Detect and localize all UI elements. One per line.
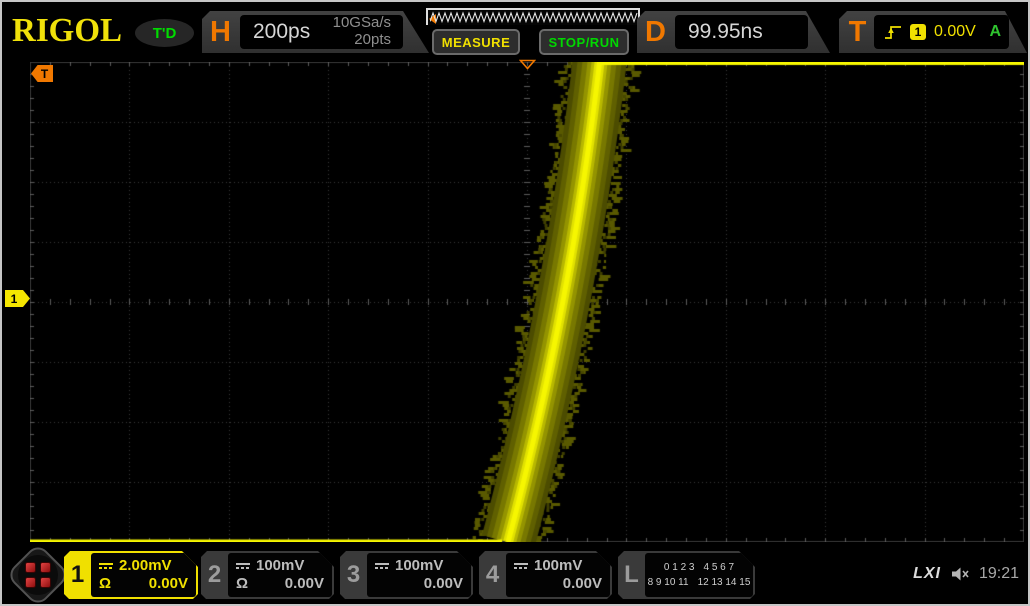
channel-3-scale: 100mV [395,557,443,574]
status-area: LXI 19:21 [913,565,1019,583]
waveform-display-area [30,62,1024,542]
channel-4-offset: 0.00V [563,575,602,592]
trigger-source-badge: 1 [910,24,926,40]
channel-4-scale: 100mV [534,557,582,574]
channel-1-offset: 0.00V [149,575,188,592]
rising-edge-icon [884,24,902,40]
grid-dots-icon [15,552,61,598]
channel-3-number: 3 [340,551,367,599]
trigger-status-badge: T'D [135,19,194,47]
logic-row1-left: 0 1 2 3 [664,562,695,573]
channel-2-number: 2 [201,551,228,599]
channel-3-button[interactable]: 3 100mV 0.00V [340,551,473,599]
sample-rate: 10GSa/s [333,14,391,31]
trigger-position-marker[interactable] [519,59,536,70]
menu-button[interactable] [15,552,61,598]
horizontal-label: H [202,11,239,53]
channel-4-number: 4 [479,551,506,599]
lxi-logo: LXI [913,565,941,583]
waveform-thumbnail-icon [430,10,640,25]
acquisition-info: 10GSa/s 20pts [333,15,403,49]
channel-1-impedance: Ω [99,575,111,592]
trigger-sweep-mode: A [989,23,1001,41]
channel-2-impedance: Ω [236,575,248,592]
delay-value: 99.95ns [675,20,763,44]
dc-coupling-icon [236,563,250,569]
timebase-value: 200ps [240,20,333,44]
channel-4-button[interactable]: 4 100mV 0.00V [479,551,612,599]
channel-3-offset: 0.00V [424,575,463,592]
acquisition-preview-bar[interactable] [426,8,640,25]
channel-1-number: 1 [64,551,91,599]
channel1-offset-marker[interactable]: 1 [5,290,30,307]
channel-2-offset: 0.00V [285,575,324,592]
logic-row2-right: 12 13 14 15 [698,577,751,588]
trigger-label: T [839,11,876,53]
logic-label: L [618,551,645,599]
channel-1-button[interactable]: 1 2.00mV Ω 0.00V [64,551,198,599]
channel-2-button[interactable]: 2 100mV Ω 0.00V [201,551,334,599]
delay-label: D [637,11,674,53]
delay-menu-button[interactable]: D 99.95ns [637,11,830,53]
dc-coupling-icon [99,563,113,569]
horizontal-menu-button[interactable]: H 200ps 10GSa/s 20pts [202,11,429,53]
dc-coupling-icon [375,563,389,569]
logic-row1-right: 4 5 6 7 [704,562,735,573]
channel-1-scale: 2.00mV [119,557,172,574]
logic-channels-button[interactable]: L 0 1 2 3 4 5 6 7 8 9 10 11 12 13 14 15 [618,551,755,599]
speaker-muted-icon[interactable] [950,566,970,582]
logic-row2-left: 8 9 10 11 [648,577,689,588]
dc-coupling-icon [514,563,528,569]
channel-2-scale: 100mV [256,557,304,574]
trigger-menu-button[interactable]: T 1 0.00V A [839,11,1027,53]
clock: 19:21 [979,565,1019,583]
measure-button[interactable]: MEASURE [432,29,520,55]
memory-depth: 20pts [354,31,391,48]
oscilloscope-screen: RIGOL T'D H 200ps 10GSa/s 20pts MEASURE … [0,0,1030,606]
rigol-logo: RIGOL [12,13,122,51]
stop-run-button[interactable]: STOP/RUN [539,29,629,55]
waveform-canvas [30,62,1024,542]
trigger-level-value: 0.00V [934,23,976,41]
